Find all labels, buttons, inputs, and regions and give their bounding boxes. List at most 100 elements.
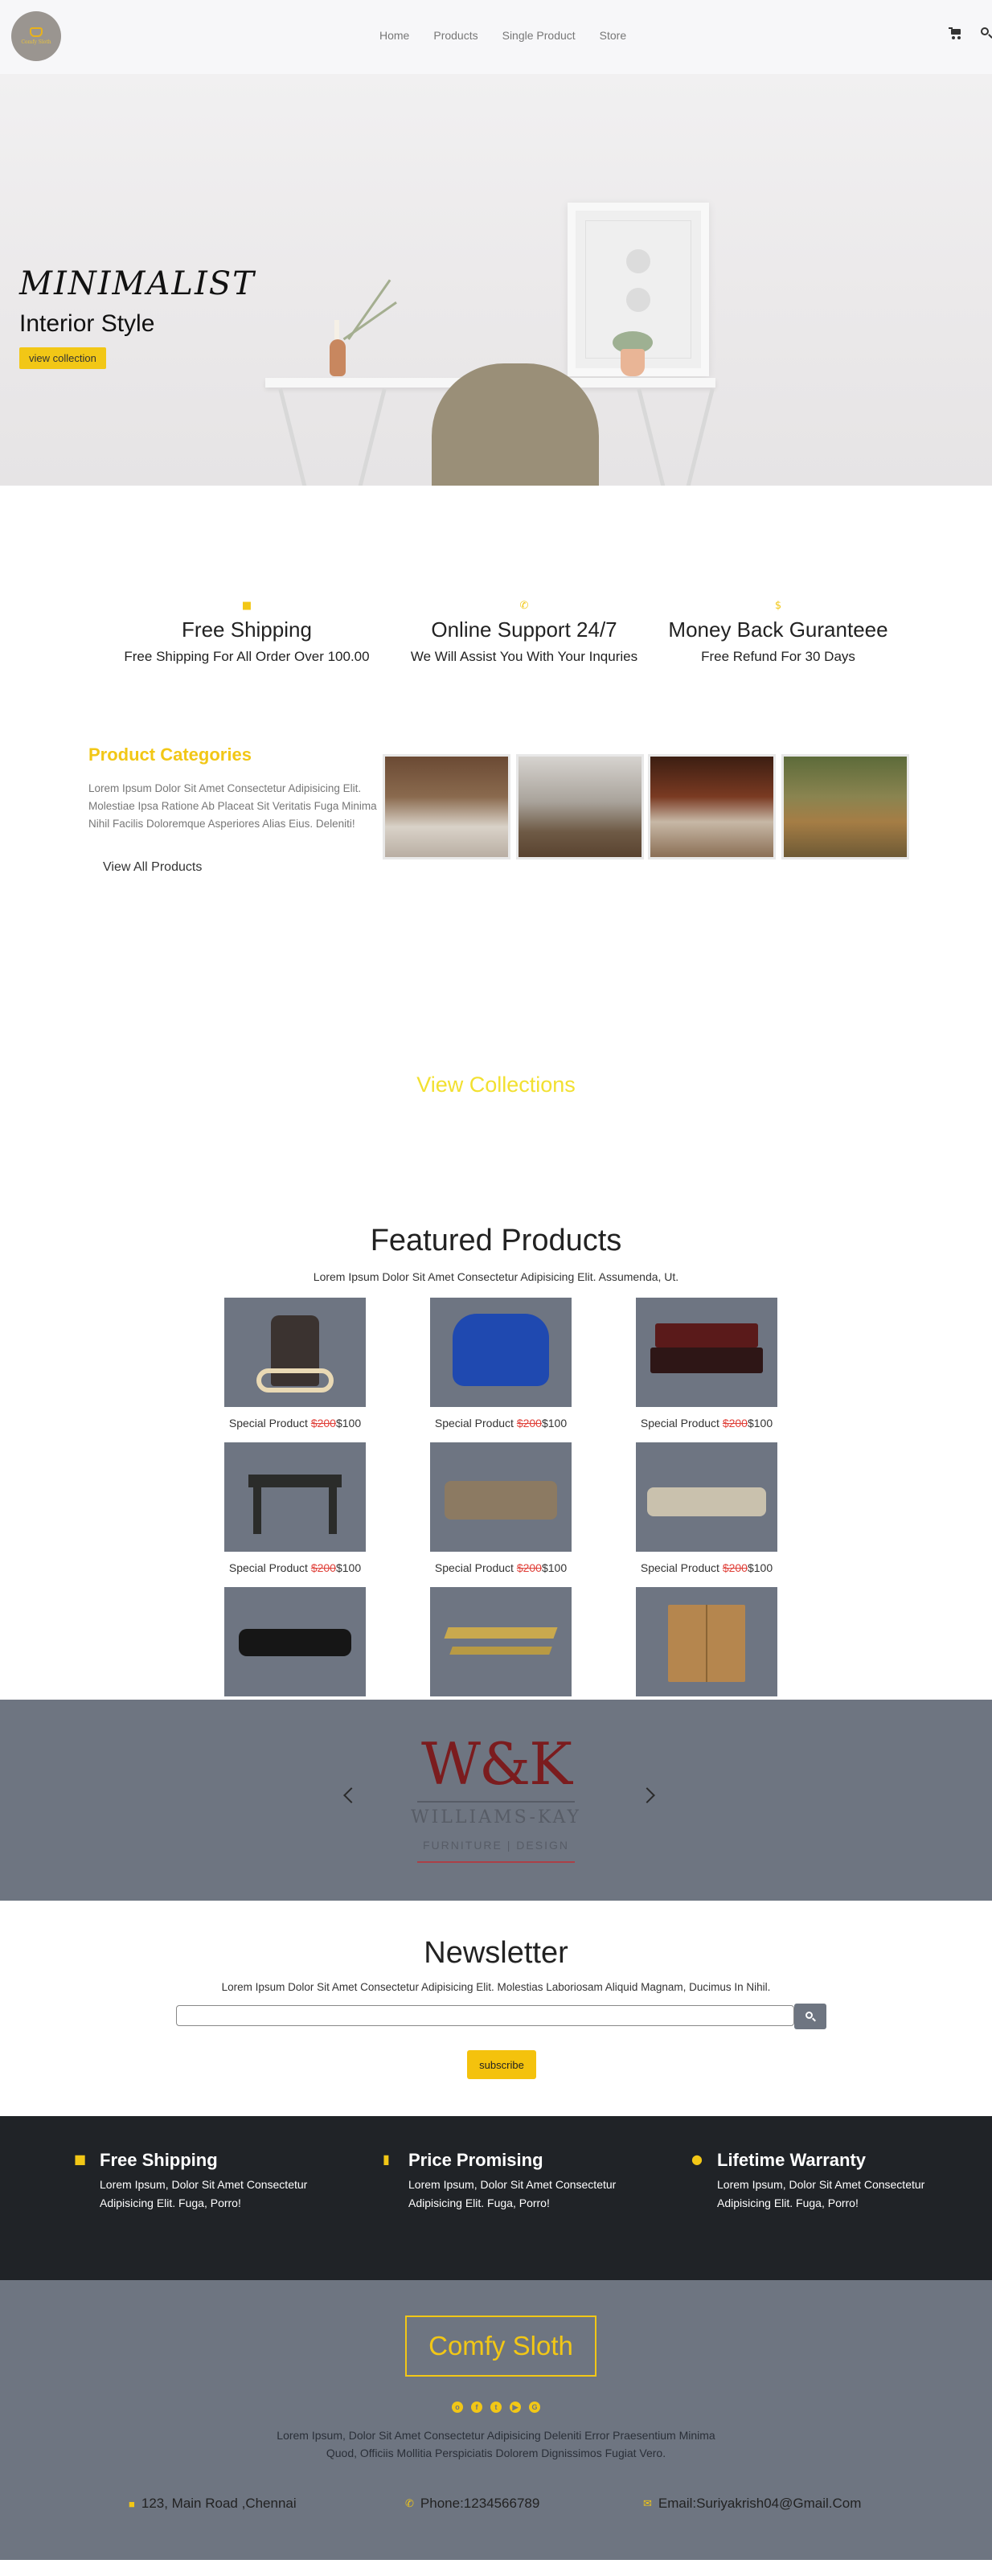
- hero-title: MINIMALIST: [19, 265, 256, 302]
- youtube-icon[interactable]: ▶: [510, 2402, 521, 2413]
- desk-leg: [685, 388, 715, 486]
- product-image-table[interactable]: [224, 1442, 366, 1552]
- product-label: Special Product $200$100: [228, 1417, 362, 1430]
- nav-link-home[interactable]: Home: [379, 29, 409, 42]
- services-section: ■ Free Shipping Free Shipping For All Or…: [0, 486, 992, 703]
- search-icon: [805, 2012, 816, 2022]
- product-label: Special Product $200$100: [434, 1417, 568, 1430]
- newsletter-title: Newsletter: [424, 1936, 568, 1970]
- perk-item: ● Lifetime Warranty Lorem Ipsum, Dolor S…: [691, 2150, 926, 2213]
- nav-icons: [949, 27, 992, 39]
- dollar-icon: $: [774, 600, 782, 612]
- envelope-icon: ✉: [643, 2497, 652, 2509]
- product-label: Special Product $200$100: [640, 1417, 773, 1430]
- desk-leg: [637, 388, 666, 486]
- footer-phone: ✆ Phone:1234566789: [405, 2496, 540, 2511]
- product-image-armchair[interactable]: [224, 1298, 366, 1407]
- brand-name: WILLIAMS-KAY: [411, 1807, 581, 1827]
- categories-title: Product Categories: [88, 744, 252, 765]
- product-card[interactable]: Special Product $200$100: [636, 1442, 777, 1574]
- nav-link-single-product[interactable]: Single Product: [502, 29, 576, 42]
- category-image-outdoor[interactable]: [781, 754, 909, 859]
- truck-icon: ■: [241, 600, 252, 612]
- facebook-icon[interactable]: f: [471, 2402, 482, 2413]
- footer-email[interactable]: ✉ Email:Suriyakrish04@Gmail.Com: [643, 2496, 861, 2512]
- category-image-bathroom[interactable]: [383, 754, 510, 859]
- service-item: ✆ Online Support 24/7 We Will Assist You…: [387, 600, 661, 665]
- subscribe-button[interactable]: subscribe: [467, 2050, 536, 2079]
- perk-desc: Lorem Ipsum, Dolor Sit Amet Consectetur …: [408, 2178, 617, 2209]
- newsletter-search-button[interactable]: [794, 2004, 826, 2029]
- view-collection-button[interactable]: view collection: [19, 347, 106, 369]
- newsletter-email-input[interactable]: [176, 2005, 794, 2026]
- view-collections-section: View Collections: [0, 920, 992, 1201]
- service-title: Free Shipping: [182, 617, 312, 642]
- product-label: Special Product $200$100: [434, 1561, 568, 1574]
- brand-tagline: FURNITURE | DESIGN: [423, 1839, 569, 1852]
- product-label: Special Product $200$100: [640, 1561, 773, 1574]
- footer-desc: Lorem Ipsum, Dolor Sit Amet Consectetur …: [277, 2429, 715, 2459]
- brand-logo[interactable]: Comfy Sloth: [11, 11, 61, 61]
- view-collections-link[interactable]: View Collections: [0, 1073, 992, 1097]
- featured-title: Featured Products: [370, 1224, 622, 1257]
- service-title: Online Support 24/7: [431, 617, 617, 642]
- instagram-icon[interactable]: o: [452, 2402, 463, 2413]
- perk-item: ▮ Price Promising Lorem Ipsum, Dolor Sit…: [383, 2150, 617, 2213]
- search-icon[interactable]: [981, 27, 992, 39]
- service-desc: We Will Assist You With Your Inquries: [410, 649, 638, 664]
- cart-icon[interactable]: [949, 27, 961, 39]
- product-image-bed[interactable]: [636, 1298, 777, 1407]
- newsletter-subtitle: Lorem Ipsum Dolor Sit Amet Consectetur A…: [221, 1981, 771, 1993]
- plant-pot-decoration: [621, 349, 645, 376]
- chair-image: [432, 363, 599, 486]
- category-image-living-room[interactable]: [648, 754, 776, 859]
- product-image-blue-armchair[interactable]: [430, 1298, 572, 1407]
- newsletter-section: Newsletter Lorem Ipsum Dolor Sit Amet Co…: [0, 1901, 992, 2116]
- perks-section: ■ Free Shipping Lorem Ipsum, Dolor Sit A…: [0, 2116, 992, 2280]
- service-title: Money Back Guranteee: [668, 617, 888, 642]
- product-card[interactable]: Special Product $200$100: [224, 1442, 366, 1574]
- nav-link-products[interactable]: Products: [433, 29, 478, 42]
- vase-decoration: [330, 339, 346, 376]
- product-card[interactable]: Special Product $200$100: [430, 1298, 572, 1430]
- perk-desc: Lorem Ipsum, Dolor Sit Amet Consectetur …: [717, 2178, 925, 2209]
- service-desc: Free Refund For 30 Days: [701, 649, 855, 664]
- google-icon[interactable]: G: [529, 2402, 540, 2413]
- perk-title: Free Shipping: [100, 2150, 218, 2170]
- footer-brand[interactable]: Comfy Sloth: [405, 2316, 596, 2377]
- featured-products-section: Featured Products Lorem Ipsum Dolor Sit …: [0, 1201, 992, 1719]
- category-image-kitchen[interactable]: [516, 754, 644, 859]
- product-image-picnic-table[interactable]: [430, 1587, 572, 1696]
- top-navbar: Comfy Sloth Home Products Single Product…: [0, 0, 992, 74]
- hero-banner: MINIMALIST Interior Style view collectio…: [0, 74, 992, 486]
- service-item: ■ Free Shipping Free Shipping For All Or…: [114, 600, 379, 665]
- hero-text: MINIMALIST Interior Style view collectio…: [19, 265, 256, 369]
- nav-links: Home Products Single Product Store: [379, 29, 650, 42]
- product-image-couch[interactable]: [636, 1442, 777, 1552]
- product-card[interactable]: Special Product $200$100: [430, 1442, 572, 1574]
- perk-desc: Lorem Ipsum, Dolor Sit Amet Consectetur …: [100, 2178, 308, 2209]
- perk-title: Price Promising: [408, 2150, 543, 2170]
- product-card[interactable]: Special Product $200$100: [636, 1298, 777, 1430]
- service-item: $ Money Back Guranteee Free Refund For 3…: [658, 600, 899, 665]
- sofa-icon: [30, 27, 43, 37]
- twitter-icon[interactable]: t: [490, 2402, 502, 2413]
- phone-icon: ✆: [519, 600, 529, 612]
- nav-link-store[interactable]: Store: [600, 29, 626, 42]
- perk-title: Lifetime Warranty: [717, 2150, 867, 2170]
- phone-icon: ✆: [405, 2497, 414, 2509]
- service-desc: Free Shipping For All Order Over 100.00: [124, 649, 370, 664]
- product-image-sofa[interactable]: [430, 1442, 572, 1552]
- view-all-products-link[interactable]: View All Products: [103, 860, 202, 875]
- social-links: o f t ▶ G: [0, 2398, 992, 2413]
- brand-mark: W&K: [421, 1730, 572, 1798]
- desk-leg: [357, 388, 387, 486]
- brand-logo-williams-kay: W&K WILLIAMS-KAY FURNITURE | DESIGN: [0, 1730, 992, 1863]
- logo-text: Comfy Sloth: [21, 39, 51, 45]
- brand-slider: W&K WILLIAMS-KAY FURNITURE | DESIGN: [0, 1700, 992, 1901]
- product-image-chesterfield[interactable]: [224, 1587, 366, 1696]
- candle-decoration: [334, 320, 339, 339]
- footer-address: ■ 123, Main Road ,Chennai: [129, 2496, 297, 2511]
- product-card[interactable]: Special Product $200$100: [224, 1298, 366, 1430]
- product-image-cabinet[interactable]: [636, 1587, 777, 1696]
